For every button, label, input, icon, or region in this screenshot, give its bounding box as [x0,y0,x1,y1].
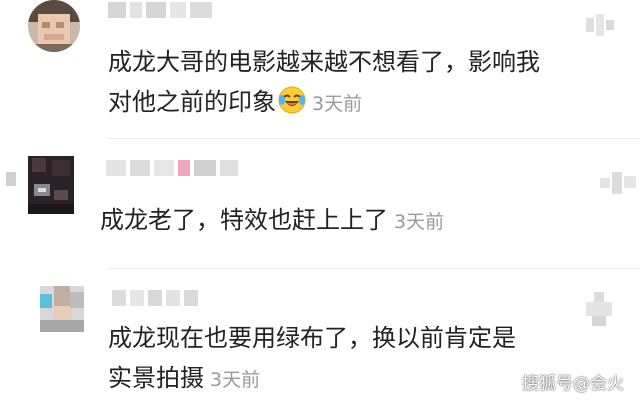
like-icon[interactable] [586,14,614,36]
username[interactable] [112,290,198,306]
avatar[interactable] [28,156,74,214]
divider [108,138,640,139]
blurred-mark [6,172,16,186]
comment-text: 成龙大哥的电影越来越不想看了，影响我对他之前的印象 3天前 [108,42,548,124]
watermark: 搜狐号@会火 [522,374,624,394]
comment-text: 成龙老了，特效也赶上上了 3天前 [100,200,540,242]
divider [108,268,640,269]
comment-time: 3天前 [394,211,445,233]
laughing-crying-emoji-icon [278,86,306,114]
username[interactable] [108,2,212,18]
comment-content: 成龙现在也要用绿布了，换以前肯定是实景拍摄 [108,324,516,392]
comment-time: 3天前 [210,369,261,391]
like-icon[interactable] [600,172,636,194]
comment-text: 成龙现在也要用绿布了，换以前肯定是实景拍摄 3天前 [108,318,538,400]
avatar[interactable] [28,0,80,52]
comment-time: 3天前 [312,93,363,115]
username[interactable] [106,160,238,176]
like-icon[interactable] [586,292,612,326]
comment-content: 成龙老了，特效也赶上上了 [100,206,388,234]
avatar[interactable] [40,286,84,332]
